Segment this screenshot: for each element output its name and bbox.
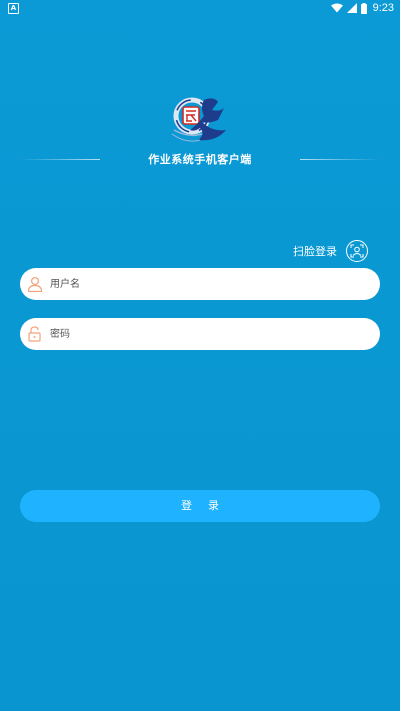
status-bar: A 9:23 — [0, 0, 400, 16]
title-divider-right — [300, 159, 380, 160]
face-login-button[interactable]: 扫脸登录 — [293, 240, 368, 262]
face-scan-icon — [346, 240, 368, 262]
username-input[interactable] — [48, 277, 352, 291]
title-row: 作业系统手机客户端 — [0, 150, 400, 170]
wifi-icon — [330, 3, 343, 13]
face-login-label: 扫脸登录 — [293, 245, 337, 258]
status-left: A — [8, 2, 19, 14]
notification-app-icon: A — [8, 2, 19, 14]
status-right: 9:23 — [330, 2, 394, 14]
lock-icon — [26, 325, 44, 343]
app-title: 作业系统手机客户端 — [148, 153, 252, 166]
password-field[interactable] — [20, 318, 380, 350]
password-input[interactable] — [48, 327, 352, 341]
login-button[interactable]: 登录 — [20, 490, 380, 522]
status-time: 9:23 — [372, 2, 394, 14]
login-screen: A 9:23 作业系统手机客户端 扫脸登录 用户名 登录 — [0, 0, 400, 711]
battery-icon — [360, 2, 367, 14]
app-logo-icon — [171, 97, 226, 142]
title-divider-left — [20, 159, 100, 160]
signal-icon — [346, 3, 357, 13]
user-icon — [26, 275, 44, 293]
username-field[interactable] — [20, 268, 380, 300]
